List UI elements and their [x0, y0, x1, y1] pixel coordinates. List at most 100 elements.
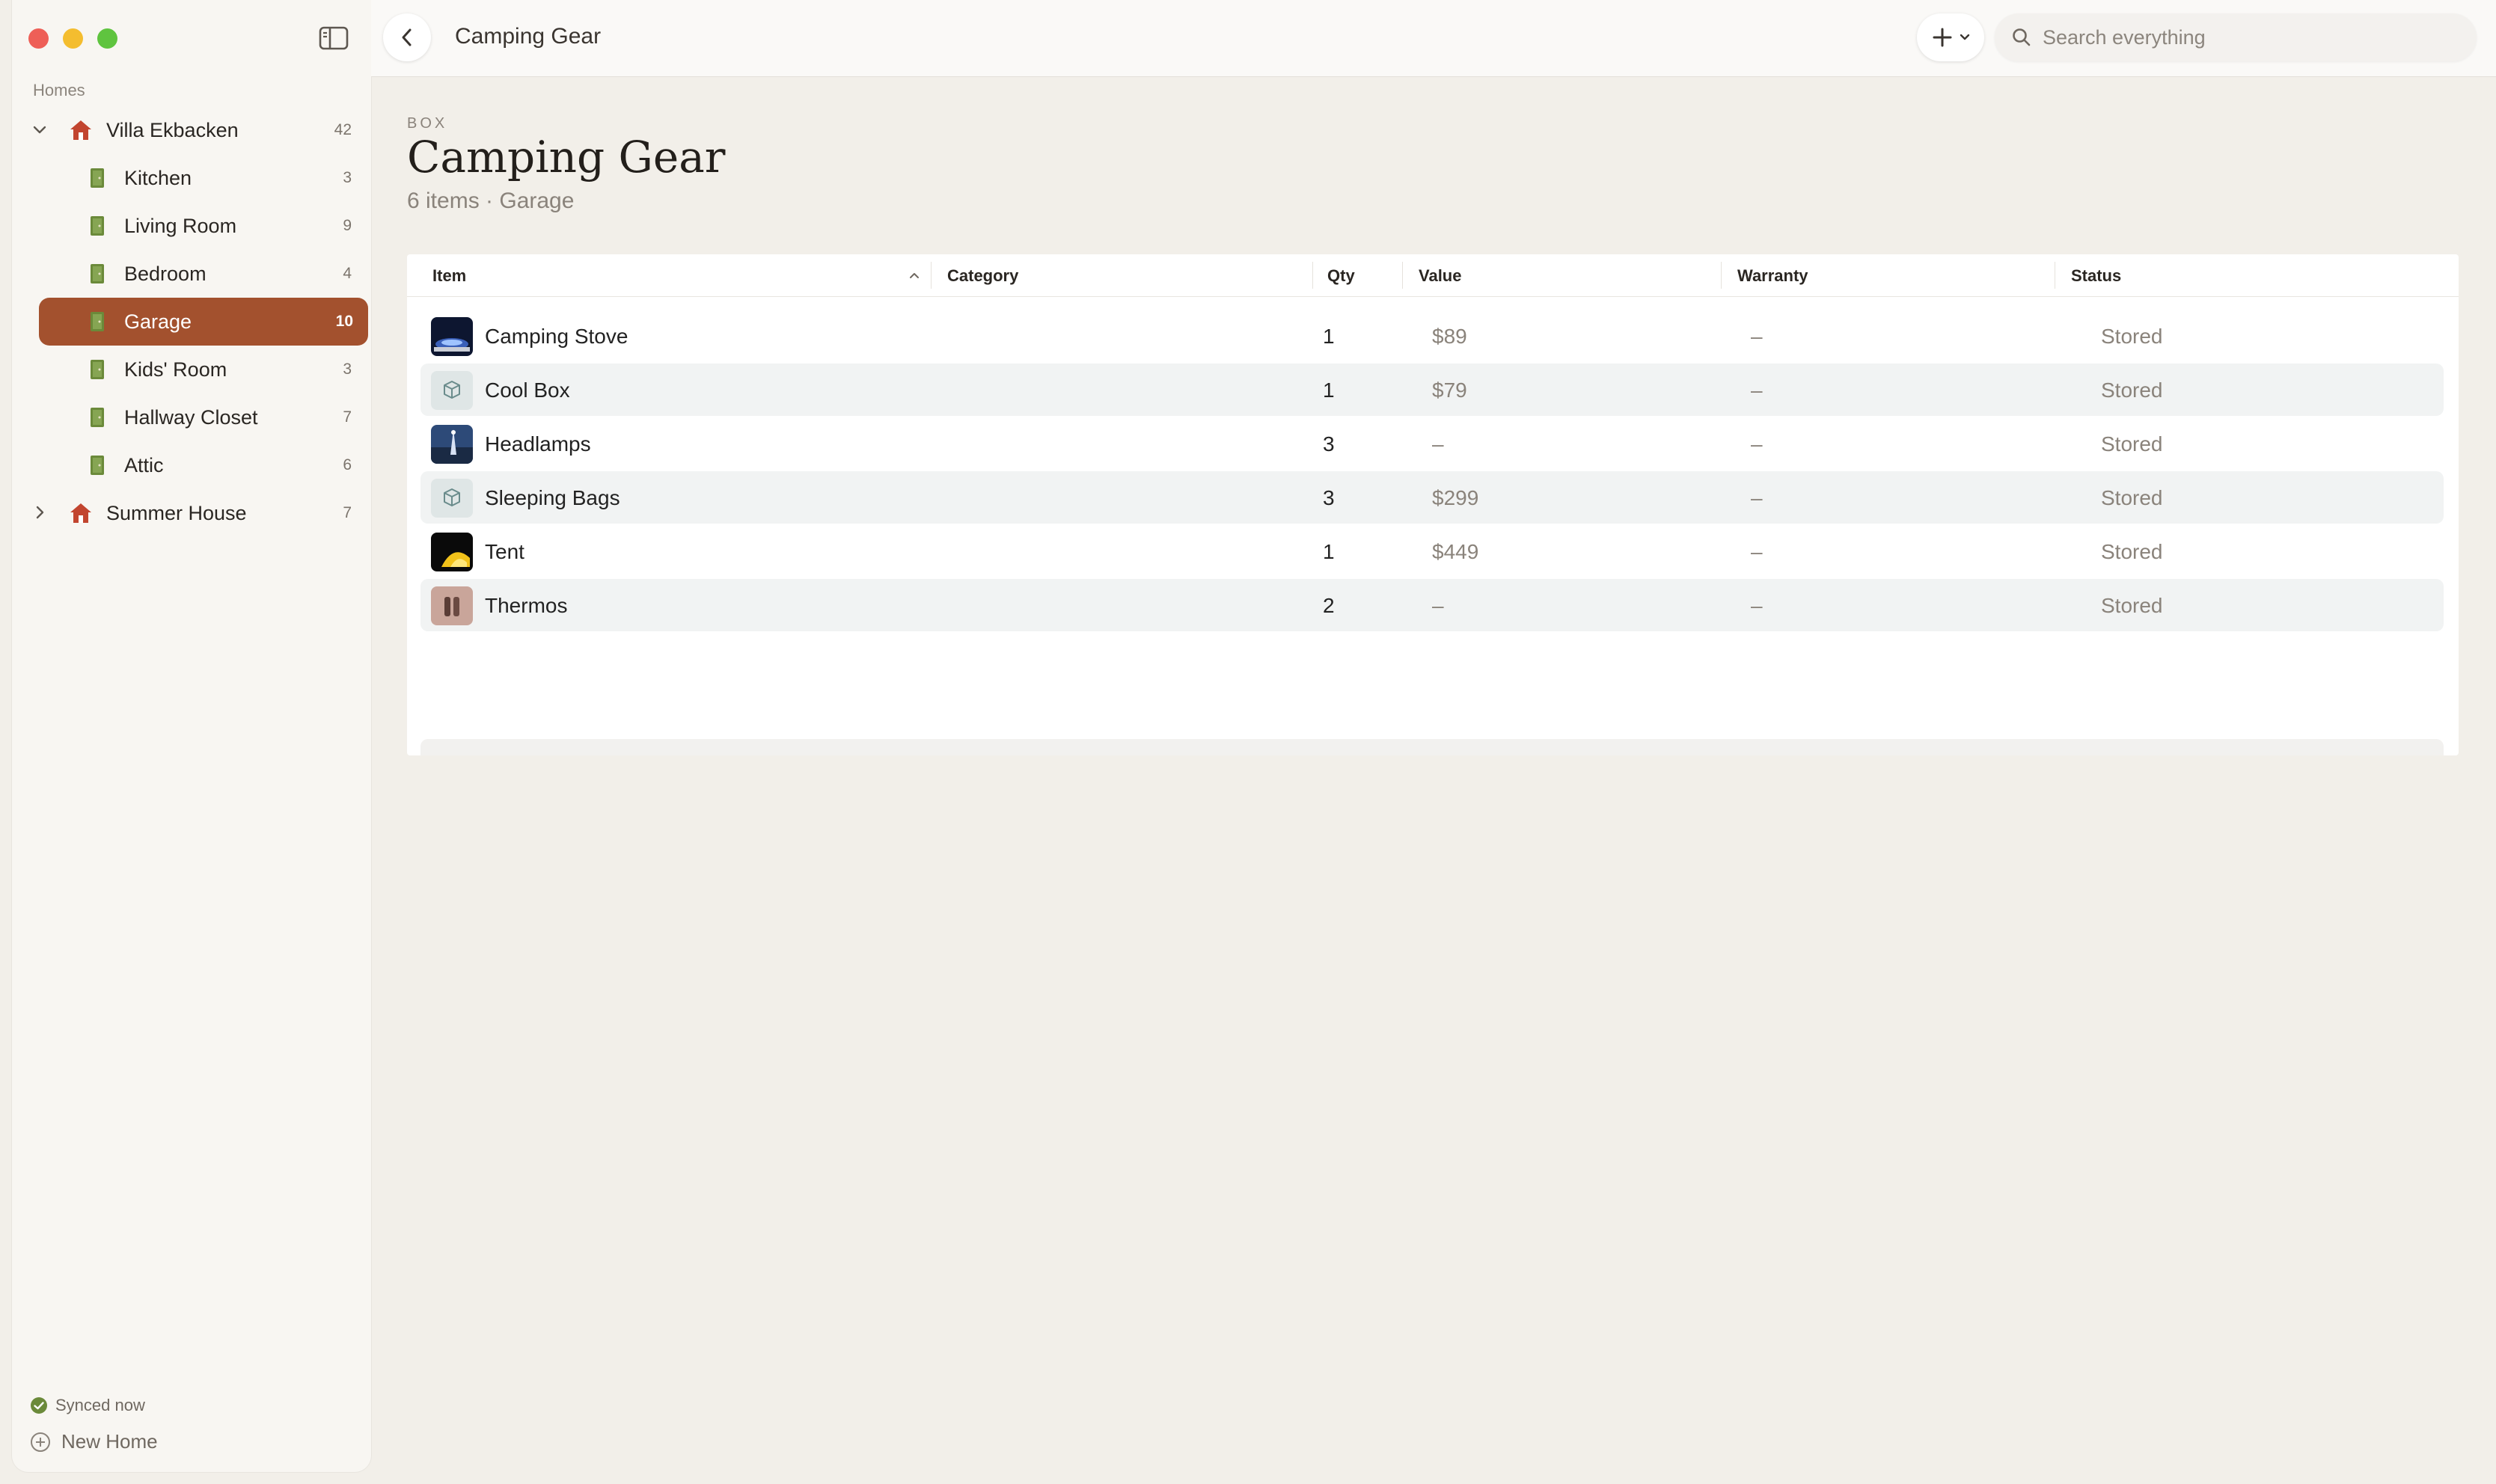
table-row[interactable]: Tent 1 $449 – Stored [420, 525, 2444, 577]
checkmark-circle-icon [31, 1397, 47, 1414]
column-divider[interactable] [1721, 262, 1722, 289]
tree-item-count: 42 [334, 121, 352, 138]
item-value: $79 [1432, 378, 1467, 402]
item-value: $299 [1432, 486, 1479, 509]
item-value: $89 [1432, 325, 1467, 348]
close-window-button[interactable] [28, 28, 49, 49]
new-home-label: New Home [61, 1430, 158, 1453]
table-row[interactable]: Camping Stove 1 $89 – Stored [420, 310, 2444, 362]
tree-room-kids-room[interactable]: Kids' Room 3 [27, 346, 368, 393]
item-warranty: – [1751, 378, 1763, 402]
sync-status: Synced now [30, 1396, 145, 1415]
item-name: Camping Stove [485, 325, 628, 348]
chevron-right-icon[interactable] [31, 504, 48, 521]
table-row[interactable]: Headlamps 3 – – Stored [420, 417, 2444, 470]
item-value: $449 [1432, 540, 1479, 563]
door-icon [91, 168, 104, 188]
column-divider[interactable] [1312, 262, 1313, 289]
item-name: Headlamps [485, 432, 591, 456]
sidebar-toggle-icon[interactable] [319, 25, 349, 51]
search-icon [2013, 28, 2031, 46]
item-photo-thumbnail [431, 425, 473, 464]
item-warranty: – [1751, 594, 1763, 617]
tree-room-attic[interactable]: Attic 6 [27, 441, 368, 489]
plus-icon [1933, 28, 1952, 47]
tree-item-count: 7 [343, 408, 352, 426]
tree-item-count: 6 [343, 456, 352, 473]
plus-circle-icon [31, 1432, 50, 1452]
item-photo-thumbnail [431, 533, 473, 571]
toolbar: Camping Gear [371, 0, 2496, 77]
search-input[interactable] [2041, 25, 2463, 50]
tree-item-count: 3 [343, 361, 352, 378]
tree-item-count: 10 [335, 313, 353, 330]
tree-item-label: Hallway Closet [124, 405, 258, 429]
tree-item-label: Bedroom [124, 262, 207, 285]
item-status: Stored [2101, 486, 2163, 509]
column-header-category[interactable]: Category [947, 266, 1018, 286]
item-status: Stored [2101, 594, 2163, 617]
column-header-status[interactable]: Status [2071, 266, 2121, 286]
sort-ascending-icon[interactable] [908, 271, 920, 280]
tree-room-bedroom[interactable]: Bedroom 4 [27, 250, 368, 298]
item-qty: 1 [1323, 378, 1335, 402]
window-controls [28, 28, 117, 49]
door-icon [91, 264, 104, 283]
maximize-window-button[interactable] [97, 28, 117, 49]
tree-item-label: Villa Ekbacken [106, 118, 239, 141]
tree-room-garage[interactable]: Garage 10 [39, 298, 368, 346]
chevron-left-icon [402, 28, 412, 46]
door-icon [91, 408, 104, 427]
column-header-value[interactable]: Value [1419, 266, 1461, 286]
house-icon [70, 120, 91, 140]
toolbar-title: Camping Gear [455, 24, 602, 49]
column-header-warranty[interactable]: Warranty [1737, 266, 1808, 286]
add-menu-button[interactable] [1917, 13, 1984, 61]
tree-item-count: 9 [343, 217, 352, 234]
tree-item-label: Garage [124, 310, 192, 333]
tree-home-villa-ekbacken[interactable]: Villa Ekbacken 42 [27, 106, 368, 154]
item-photo-thumbnail [431, 586, 473, 625]
item-warranty: – [1751, 486, 1763, 509]
column-header-item[interactable]: Item [432, 266, 466, 286]
container-type-label: BOX [407, 115, 448, 132]
column-divider[interactable] [931, 262, 932, 289]
item-status: Stored [2101, 540, 2163, 563]
column-divider[interactable] [1402, 262, 1403, 289]
tree-room-living-room[interactable]: Living Room 9 [27, 202, 368, 250]
sync-status-label: Synced now [55, 1396, 145, 1414]
item-qty: 3 [1323, 486, 1335, 509]
tree-item-label: Kitchen [124, 166, 192, 189]
tree-item-label: Summer House [106, 501, 247, 524]
door-icon [91, 456, 104, 475]
table-row[interactable]: Cool Box 1 $79 – Stored [420, 364, 2444, 416]
chevron-down-icon[interactable] [31, 121, 48, 138]
table-footer [420, 739, 2444, 755]
homes-section-label: Homes [33, 81, 85, 99]
item-status: Stored [2101, 378, 2163, 402]
column-header-qty[interactable]: Qty [1327, 266, 1355, 286]
item-name: Tent [485, 540, 524, 563]
sidebar: Homes Villa Ekbacken 42 Kitchen 3 Living… [12, 0, 371, 1472]
minimize-window-button[interactable] [63, 28, 83, 49]
new-home-button[interactable]: New Home [30, 1430, 158, 1453]
tree-room-hallway-closet[interactable]: Hallway Closet 7 [27, 393, 368, 441]
tree-room-kitchen[interactable]: Kitchen 3 [27, 154, 368, 202]
items-table: Item Category Qty Value Warranty Status [407, 254, 2459, 755]
search-field[interactable] [1995, 13, 2477, 61]
box-icon [431, 371, 473, 410]
back-button[interactable] [383, 13, 431, 61]
item-status: Stored [2101, 325, 2163, 348]
item-qty: 1 [1323, 540, 1335, 563]
item-photo-thumbnail [431, 317, 473, 356]
door-icon [91, 216, 104, 236]
page-subtitle: 6 items · Garage [407, 188, 575, 213]
table-row[interactable]: Sleeping Bags 3 $299 – Stored [420, 471, 2444, 524]
tree-item-count: 4 [343, 265, 352, 282]
page-title: Camping Gear [407, 132, 726, 183]
item-status: Stored [2101, 432, 2163, 456]
tree-home-summer-house[interactable]: Summer House 7 [27, 489, 368, 537]
table-row[interactable]: Thermos 2 – – Stored [420, 579, 2444, 631]
item-warranty: – [1751, 432, 1763, 456]
item-qty: 1 [1323, 325, 1335, 348]
